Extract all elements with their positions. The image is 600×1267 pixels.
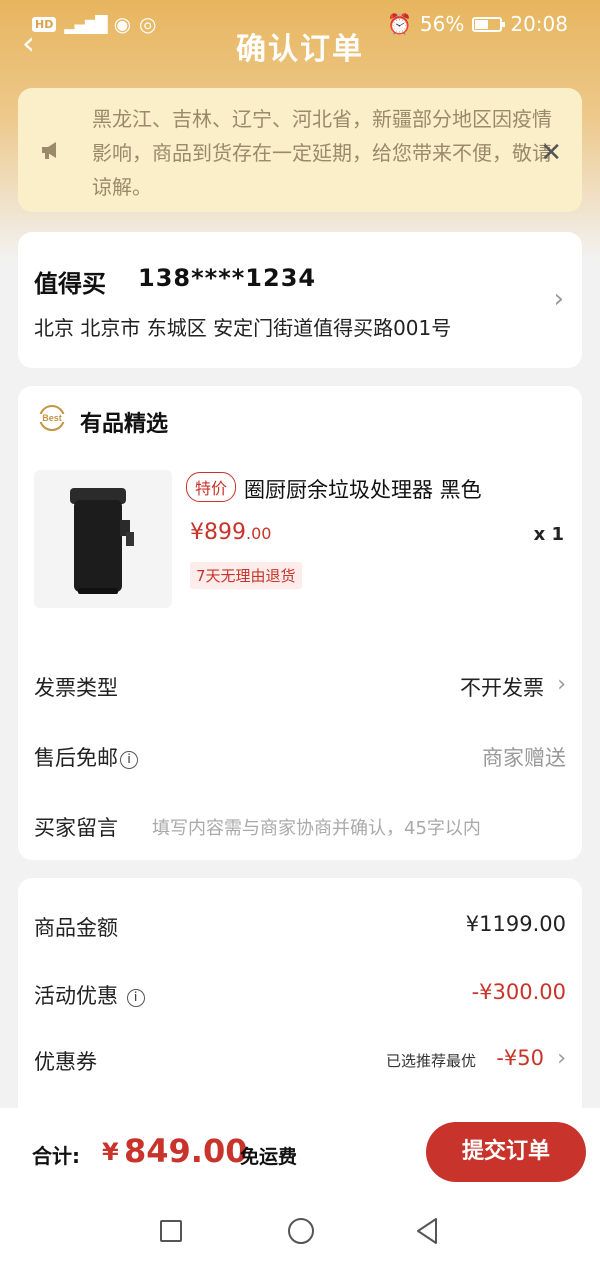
total-amount: 849.00 [124, 1132, 248, 1170]
aftersale-row: 售后免邮 i 商家赠送 [34, 736, 566, 776]
product-price: ¥899.00 [190, 520, 271, 545]
chevron-right-icon: › [557, 672, 566, 697]
square-icon[interactable] [160, 1220, 182, 1242]
total-currency: ¥ [102, 1138, 119, 1166]
product-image[interactable] [34, 470, 172, 608]
invoice-row[interactable]: 发票类型 不开发票 › [34, 666, 566, 706]
nav-bar: ‹ 确认订单 [0, 16, 600, 72]
invoice-value: 不开发票 [460, 676, 544, 700]
message-input[interactable]: 填写内容需与商家协商并确认，45字以内 [152, 814, 481, 840]
message-label: 买家留言 [34, 816, 118, 840]
close-icon[interactable]: ✕ [540, 138, 562, 168]
goods-amount-label: 商品金额 [34, 916, 118, 940]
total-label: 合计: [32, 1144, 80, 1168]
info-icon[interactable]: i [126, 989, 145, 1007]
notice-banner: 黑龙江、吉林、辽宁、河北省，新疆部分地区因疫情影响，商品到货存在一定延期，给您带… [18, 88, 582, 212]
shipping-label: 免运费 [240, 1146, 298, 1168]
product-name[interactable]: 圈厨厨余垃圾处理器 黑色 [244, 474, 482, 504]
goods-amount-row: 商品金额 ¥1199.00 [34, 906, 566, 946]
notice-text: 黑龙江、吉林、辽宁、河北省，新疆部分地区因疫情影响，商品到货存在一定延期，给您带… [92, 107, 552, 199]
price-integer: 899 [204, 520, 246, 545]
address-line: 北京 北京市 东城区 安定门街道值得买路001号 [34, 316, 452, 340]
info-icon[interactable]: i [120, 751, 138, 769]
system-nav-bar [0, 1198, 600, 1267]
coupon-label: 优惠券 [34, 1050, 97, 1074]
chevron-right-icon: › [557, 1046, 566, 1071]
checkout-bar: 合计: ¥ 849.00 免运费 提交订单 [0, 1108, 600, 1198]
best-logo-icon: Best [34, 405, 70, 431]
promo-label: 活动优惠 i [34, 980, 145, 1010]
goods-card: Best 有品精选 特价 圈厨厨余垃圾处理器 黑色 ¥899.00 x 1 7天… [18, 386, 582, 860]
product-quantity: x 1 [533, 524, 564, 545]
coupon-value: -¥50 [496, 1046, 544, 1070]
price-decimal: .00 [246, 524, 272, 543]
shop-name: 有品精选 [80, 412, 169, 437]
return-policy-badge: 7天无理由退货 [190, 562, 302, 589]
receiver-phone: 138****1234 [138, 264, 317, 292]
goods-amount-value: ¥1199.00 [465, 912, 566, 936]
special-price-tag: 特价 [186, 472, 237, 502]
message-row[interactable]: 买家留言 填写内容需与商家协商并确认，45字以内 [34, 806, 566, 846]
circle-icon[interactable] [288, 1218, 314, 1244]
promo-value: -¥300.00 [471, 980, 566, 1004]
invoice-label: 发票类型 [34, 676, 118, 700]
page-title: 确认订单 [236, 32, 364, 67]
address-card[interactable]: 值得买 138****1234 北京 北京市 东城区 安定门街道值得买路001号… [18, 232, 582, 368]
svg-text:Best: Best [42, 413, 62, 423]
price-symbol: ¥ [190, 520, 204, 545]
submit-order-button[interactable]: 提交订单 [426, 1122, 586, 1182]
chevron-right-icon: › [553, 284, 564, 314]
receiver-name: 值得买 [34, 270, 106, 298]
coupon-row[interactable]: 优惠券 已选推荐最优 -¥50 › [34, 1040, 566, 1080]
coupon-hint: 已选推荐最优 [385, 1052, 476, 1070]
promo-row: 活动优惠 i -¥300.00 [34, 974, 566, 1014]
aftersale-value: 商家赠送 [482, 746, 566, 770]
triangle-back-icon[interactable] [414, 1216, 440, 1246]
aftersale-label: 售后免邮 i [34, 742, 138, 772]
speaker-icon [42, 142, 56, 159]
summary-card: 商品金额 ¥1199.00 活动优惠 i -¥300.00 优惠券 已选推荐最优… [18, 878, 582, 1118]
